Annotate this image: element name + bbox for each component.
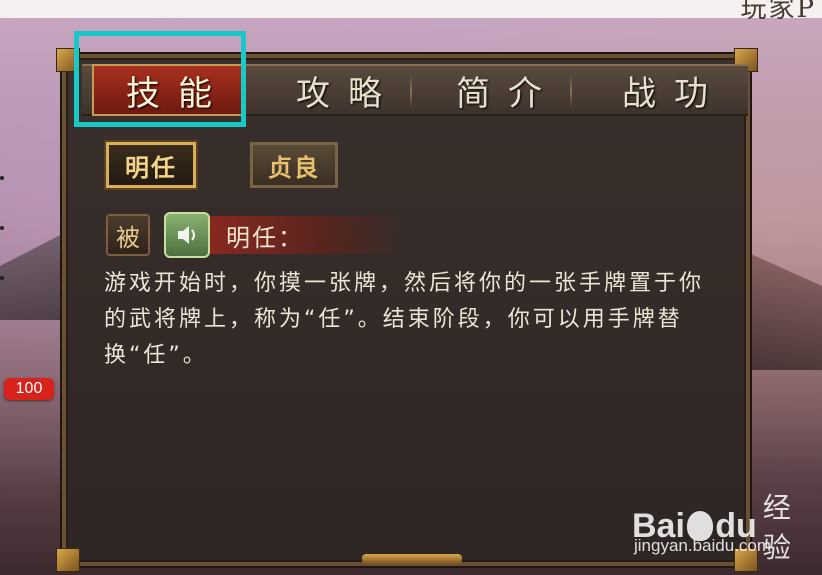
player-label: 玩家P	[740, 0, 816, 24]
hp-badge: 100	[4, 378, 54, 400]
tab-highlight-box	[74, 31, 246, 127]
tab-strategy[interactable]: 攻略	[252, 64, 426, 116]
side-marker	[0, 226, 4, 230]
side-marker	[0, 276, 4, 280]
speaker-icon-graphic	[178, 226, 195, 244]
watermark-url: jingyan.baidu.com	[634, 536, 772, 555]
skill-description: 游戏开始时，你摸一张牌，然后将你的一张手牌置于你的武将牌上，称为“任”。结束阶段…	[104, 271, 705, 368]
speaker-icon[interactable]	[164, 212, 210, 258]
tab-intro[interactable]: 简介	[414, 64, 584, 116]
passive-skill-badge: 被	[106, 214, 150, 256]
panel-bottom-ornament	[362, 554, 462, 564]
skill-button-zhenliang[interactable]: 贞良	[250, 142, 338, 188]
tab-divider	[570, 74, 572, 108]
tab-merits[interactable]: 战功	[576, 64, 754, 116]
top-bar: 玩家P	[0, 0, 822, 24]
panel-corner-ornament	[56, 548, 80, 572]
side-marker	[0, 176, 4, 180]
tab-divider	[410, 74, 412, 108]
skill-name: 明任：	[226, 223, 304, 252]
skill-button-mingren[interactable]: 明任	[106, 142, 196, 188]
baidu-watermark: Bai du 经验 jingyan.baidu.com	[632, 486, 812, 564]
